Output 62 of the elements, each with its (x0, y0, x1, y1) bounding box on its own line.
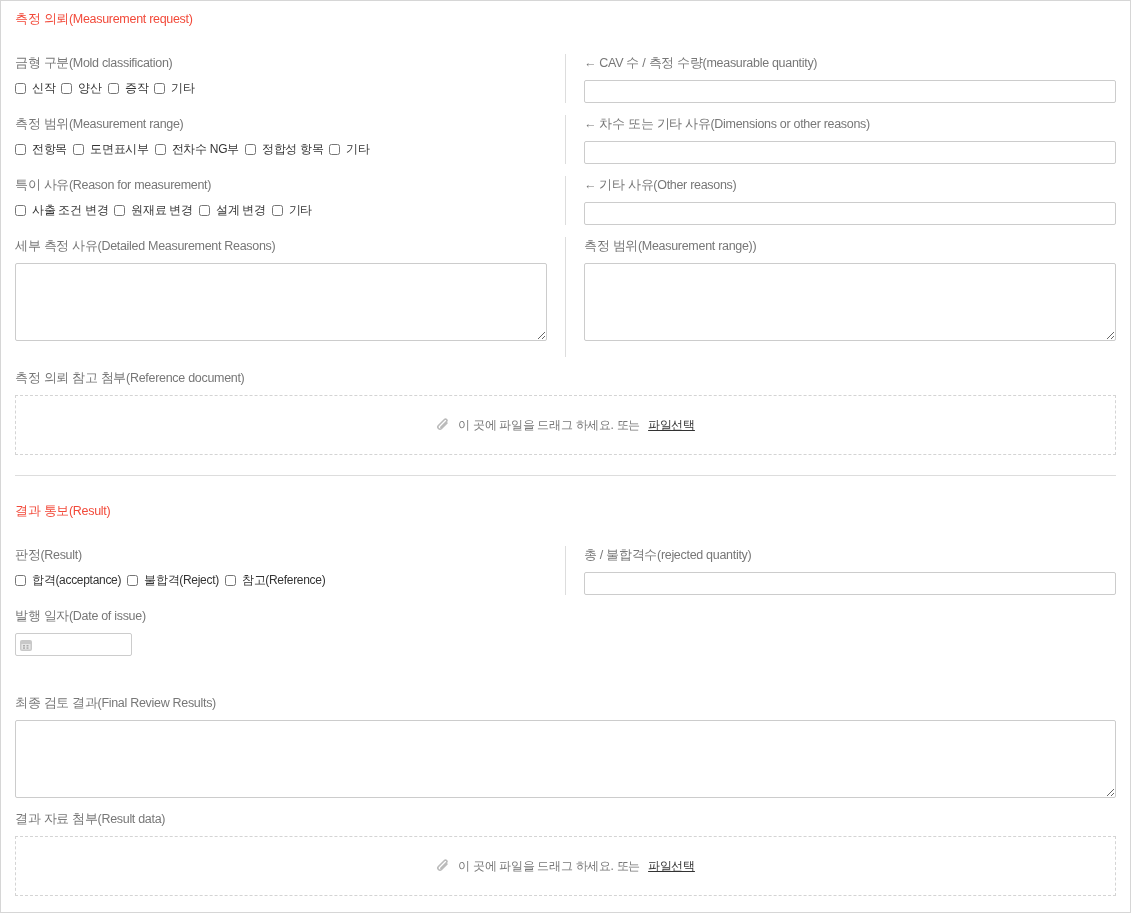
checkbox[interactable] (127, 575, 139, 586)
checkbox-label: 설계 변경 (215, 202, 266, 219)
checkbox-label: 기타 (288, 202, 313, 219)
checkbox[interactable] (15, 83, 26, 94)
section-title: 측정 의뢰(Measurement request) (15, 11, 194, 28)
file-select-link[interactable]: 파일선택 (648, 416, 695, 434)
calendar-icon (19, 637, 33, 652)
field-label: 판정(Result) (15, 547, 82, 564)
text-field[interactable] (584, 80, 1116, 103)
checkbox-label: 전항목 (32, 141, 68, 158)
drop-hint: 이 곳에 파일을 드래그 하세요. 또는 (458, 417, 641, 434)
checkbox[interactable] (107, 83, 119, 94)
field-label: 결과 자료 첨부(Result data) (15, 811, 166, 828)
paperclip-icon (436, 858, 451, 874)
checkbox-label: 원재료 변경 (131, 202, 193, 219)
field-label: 발행 일자(Date of issue) (15, 608, 146, 625)
date-field[interactable] (15, 633, 132, 656)
file-select-link[interactable]: 파일선택 (648, 857, 695, 875)
checkbox[interactable] (15, 144, 26, 155)
checkbox[interactable] (271, 205, 283, 216)
checkbox-label: 신작 (32, 80, 56, 97)
field-label: 총 / 불합격수(rejected quantity) (584, 547, 752, 564)
checkbox[interactable] (329, 144, 341, 155)
field-label: 최종 검토 결과(Final Review Results) (15, 695, 216, 712)
field-label: 측정 범위(Measurement range)) (584, 238, 757, 255)
text-field[interactable] (584, 202, 1116, 225)
checkbox-label: 참고(Reference) (241, 572, 326, 589)
checkbox-label: 증작 (124, 80, 149, 97)
section-title: 결과 통보(Result) (15, 503, 112, 520)
field-label: 측정 범위(Measurement range) (15, 116, 184, 133)
checkbox[interactable] (15, 575, 26, 586)
checkbox-label: 도면표시부 (90, 141, 149, 158)
checkbox[interactable] (154, 83, 166, 94)
checkbox[interactable] (244, 144, 256, 155)
field-label: ← CAV 수 / 측정 수량(measurable quantity) (584, 55, 818, 72)
checkbox-label: 전차수 NG부 (171, 141, 239, 158)
file-drop-zone[interactable]: 이 곳에 파일을 드래그 하세요. 또는 파일선택 (15, 836, 1116, 896)
checkbox[interactable] (154, 144, 166, 155)
field-label: 세부 측정 사유(Detailed Measurement Reasons) (15, 238, 276, 255)
paperclip-icon (436, 417, 451, 433)
file-drop-zone[interactable]: 이 곳에 파일을 드래그 하세요. 또는 파일선택 (15, 395, 1116, 455)
checkbox-label: 정합성 항목 (261, 141, 324, 158)
text-field[interactable] (584, 141, 1116, 164)
checkbox[interactable] (15, 205, 26, 216)
checkbox[interactable] (73, 144, 85, 155)
checkbox-label: 기타 (346, 141, 370, 158)
field-label: 금형 구분(Mold classification) (15, 55, 173, 72)
field-label: ← 차수 또는 기타 사유(Dimensions or other reasons) (584, 116, 870, 133)
checkbox[interactable] (198, 205, 210, 216)
checkbox[interactable] (114, 205, 126, 216)
checkbox-label: 기타 (171, 80, 195, 97)
checkbox-label: 합격(acceptance) (32, 572, 122, 589)
field-label: 특이 사유(Reason for measurement) (15, 177, 212, 194)
field-label: 측정 의뢰 참고 첨부(Reference document) (15, 370, 245, 387)
checkbox-label: 사출 조건 변경 (32, 202, 109, 219)
drop-hint: 이 곳에 파일을 드래그 하세요. 또는 (458, 858, 641, 875)
field-label: ← 기타 사유(Other reasons) (584, 177, 737, 194)
checkbox[interactable] (224, 575, 236, 586)
checkbox[interactable] (61, 83, 73, 94)
checkbox-label: 양산 (78, 80, 102, 97)
checkbox-label: 불합격(Reject) (144, 572, 219, 589)
text-field[interactable] (584, 572, 1116, 595)
